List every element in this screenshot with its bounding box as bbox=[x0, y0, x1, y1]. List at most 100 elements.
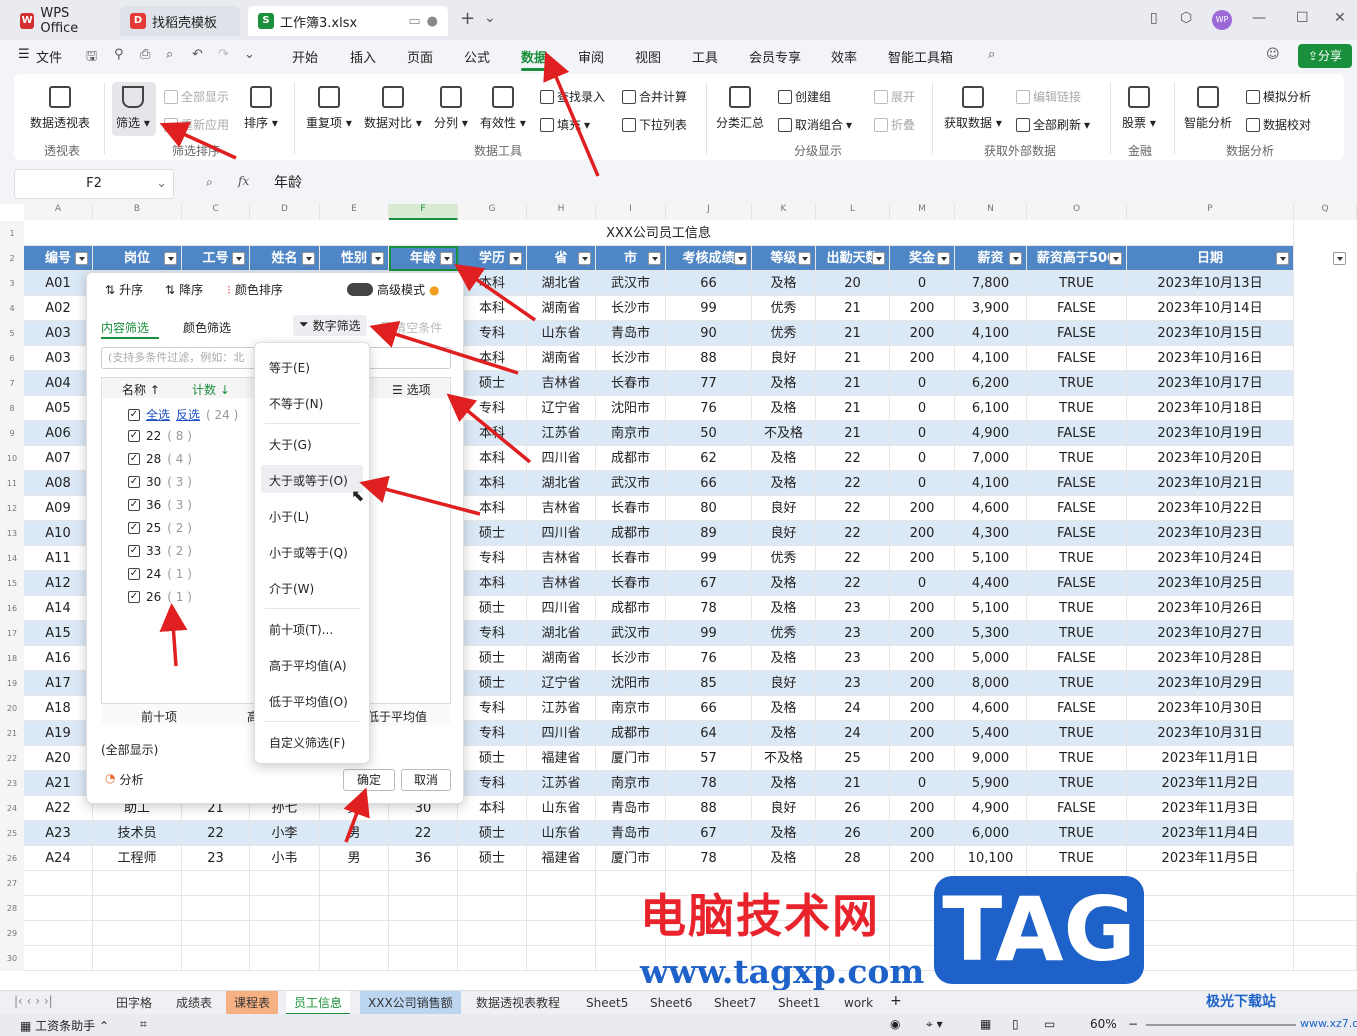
row-header[interactable]: 23 bbox=[0, 771, 24, 796]
table-cell[interactable]: 2023年10月16日 bbox=[1127, 346, 1294, 371]
table-cell[interactable]: 不及格 bbox=[752, 421, 816, 446]
table-cell[interactable]: 2023年10月19日 bbox=[1127, 421, 1294, 446]
menu-insert[interactable]: 插入 bbox=[350, 47, 376, 66]
table-cell[interactable]: 青岛市 bbox=[596, 821, 666, 846]
formula-input[interactable]: 年龄 bbox=[264, 169, 1344, 199]
empty-cell[interactable] bbox=[250, 871, 320, 896]
header-cell[interactable]: 姓名 bbox=[250, 246, 320, 271]
table-cell[interactable]: 专科 bbox=[458, 696, 527, 721]
table-cell[interactable]: 5,900 bbox=[955, 771, 1027, 796]
compare-button[interactable]: 数据对比 ▾ bbox=[364, 86, 422, 131]
tab-docer[interactable]: D 找稻壳模板 bbox=[120, 6, 240, 36]
row-header[interactable]: 18 bbox=[0, 646, 24, 671]
table-cell[interactable]: 湖南省 bbox=[527, 296, 596, 321]
table-cell[interactable]: 及格 bbox=[752, 846, 816, 871]
header-cell[interactable]: 奖金 bbox=[890, 246, 955, 271]
filter-button[interactable]: 筛选 ▾ bbox=[116, 86, 150, 131]
chat-icon[interactable]: ☺ bbox=[1266, 47, 1280, 62]
table-cell[interactable]: 24 bbox=[816, 696, 890, 721]
table-cell[interactable]: 67 bbox=[666, 571, 752, 596]
table-cell[interactable]: 5,400 bbox=[955, 721, 1027, 746]
sheet-tab[interactable]: 成绩表 bbox=[168, 991, 220, 1015]
stocks-button[interactable]: 股票 ▾ bbox=[1122, 86, 1156, 131]
table-cell[interactable]: 200 bbox=[890, 671, 955, 696]
empty-cell[interactable] bbox=[182, 871, 250, 896]
table-cell[interactable]: 22 bbox=[816, 546, 890, 571]
table-cell[interactable]: 湖北省 bbox=[527, 621, 596, 646]
menu-item-greater[interactable]: 大于(G) bbox=[269, 436, 312, 453]
consolidate-button[interactable]: 合并计算 bbox=[622, 88, 687, 105]
smart-analysis-button[interactable]: 智能分析 bbox=[1184, 86, 1232, 131]
top10-button[interactable]: 前十项 bbox=[141, 708, 177, 725]
column-header[interactable]: J bbox=[666, 204, 752, 220]
table-cell[interactable]: A09 bbox=[24, 496, 93, 521]
table-cell[interactable]: 89 bbox=[666, 521, 752, 546]
table-cell[interactable]: 4,600 bbox=[955, 496, 1027, 521]
table-cell[interactable]: FALSE bbox=[1027, 796, 1127, 821]
table-cell[interactable]: 2023年10月26日 bbox=[1127, 596, 1294, 621]
sheet-tab[interactable]: 数据透视表教程 bbox=[468, 991, 568, 1015]
empty-cell[interactable] bbox=[1294, 896, 1357, 921]
table-cell[interactable]: 长沙市 bbox=[596, 296, 666, 321]
table-cell[interactable]: A15 bbox=[24, 621, 93, 646]
table-cell[interactable]: TRUE bbox=[1027, 596, 1127, 621]
table-cell[interactable]: 23 bbox=[182, 846, 250, 871]
new-tab-icon[interactable]: + bbox=[460, 8, 475, 29]
row-header[interactable]: 14 bbox=[0, 546, 24, 571]
header-cell[interactable]: 市 bbox=[596, 246, 666, 271]
table-cell[interactable]: 21 bbox=[816, 421, 890, 446]
table-cell[interactable]: 本科 bbox=[458, 446, 527, 471]
fill-button[interactable]: 填充 ▾ bbox=[540, 116, 590, 133]
empty-cell[interactable] bbox=[320, 946, 389, 971]
table-cell[interactable]: 及格 bbox=[752, 396, 816, 421]
table-cell[interactable]: 青岛市 bbox=[596, 796, 666, 821]
table-cell[interactable]: 76 bbox=[666, 396, 752, 421]
empty-cell[interactable] bbox=[1127, 921, 1294, 946]
more-chevron-icon[interactable]: ⌄ bbox=[244, 47, 255, 62]
table-cell[interactable]: 湖南省 bbox=[527, 646, 596, 671]
table-cell[interactable]: 4,100 bbox=[955, 321, 1027, 346]
table-cell[interactable]: 78 bbox=[666, 771, 752, 796]
header-cell[interactable]: 省 bbox=[527, 246, 596, 271]
table-cell[interactable]: A06 bbox=[24, 421, 93, 446]
table-cell[interactable]: 22 bbox=[816, 496, 890, 521]
table-cell[interactable]: 南京市 bbox=[596, 696, 666, 721]
table-cell[interactable]: A05 bbox=[24, 396, 93, 421]
empty-cell[interactable] bbox=[1127, 871, 1294, 896]
column-header[interactable]: O bbox=[1027, 204, 1127, 220]
assistant-button[interactable]: ▦ 工资条助手 ⌃ bbox=[20, 1017, 109, 1034]
table-cell[interactable]: 2023年10月27日 bbox=[1127, 621, 1294, 646]
table-cell[interactable]: TRUE bbox=[1027, 721, 1127, 746]
create-group-button[interactable]: 创建组 bbox=[778, 88, 831, 105]
table-cell[interactable]: A07 bbox=[24, 446, 93, 471]
table-cell[interactable]: 武汉市 bbox=[596, 621, 666, 646]
table-cell[interactable]: 200 bbox=[890, 721, 955, 746]
table-cell[interactable]: 成都市 bbox=[596, 721, 666, 746]
table-cell[interactable]: 优秀 bbox=[752, 321, 816, 346]
table-cell[interactable]: 吉林省 bbox=[527, 571, 596, 596]
filter-dropdown-icon[interactable] bbox=[1109, 252, 1122, 265]
column-header[interactable]: E bbox=[320, 204, 389, 220]
table-cell[interactable]: 4,400 bbox=[955, 571, 1027, 596]
table-cell[interactable]: 青岛市 bbox=[596, 321, 666, 346]
table-cell[interactable]: 5,300 bbox=[955, 621, 1027, 646]
fx-icon[interactable]: fx bbox=[238, 174, 249, 188]
table-cell[interactable]: 技术员 bbox=[93, 821, 182, 846]
empty-cell[interactable] bbox=[320, 921, 389, 946]
filter-dropdown-icon[interactable] bbox=[1333, 252, 1346, 265]
zoom-icon[interactable]: ⌕ bbox=[206, 175, 213, 190]
table-cell[interactable]: 200 bbox=[890, 546, 955, 571]
simulation-button[interactable]: 模拟分析 bbox=[1246, 88, 1311, 105]
table-cell[interactable]: 85 bbox=[666, 671, 752, 696]
table-cell[interactable]: TRUE bbox=[1027, 746, 1127, 771]
menu-view[interactable]: 视图 bbox=[635, 47, 661, 66]
row-header[interactable]: 24 bbox=[0, 796, 24, 821]
table-cell[interactable]: A02 bbox=[24, 296, 93, 321]
table-cell[interactable]: 男 bbox=[320, 846, 389, 871]
table-cell[interactable]: 23 bbox=[816, 646, 890, 671]
table-cell[interactable]: A19 bbox=[24, 721, 93, 746]
empty-cell[interactable] bbox=[24, 921, 93, 946]
row-header[interactable]: 30 bbox=[0, 946, 24, 971]
filter-dropdown-icon[interactable] bbox=[648, 252, 661, 265]
list-item[interactable]: ✓ 22 ( 8 ) bbox=[128, 429, 192, 443]
